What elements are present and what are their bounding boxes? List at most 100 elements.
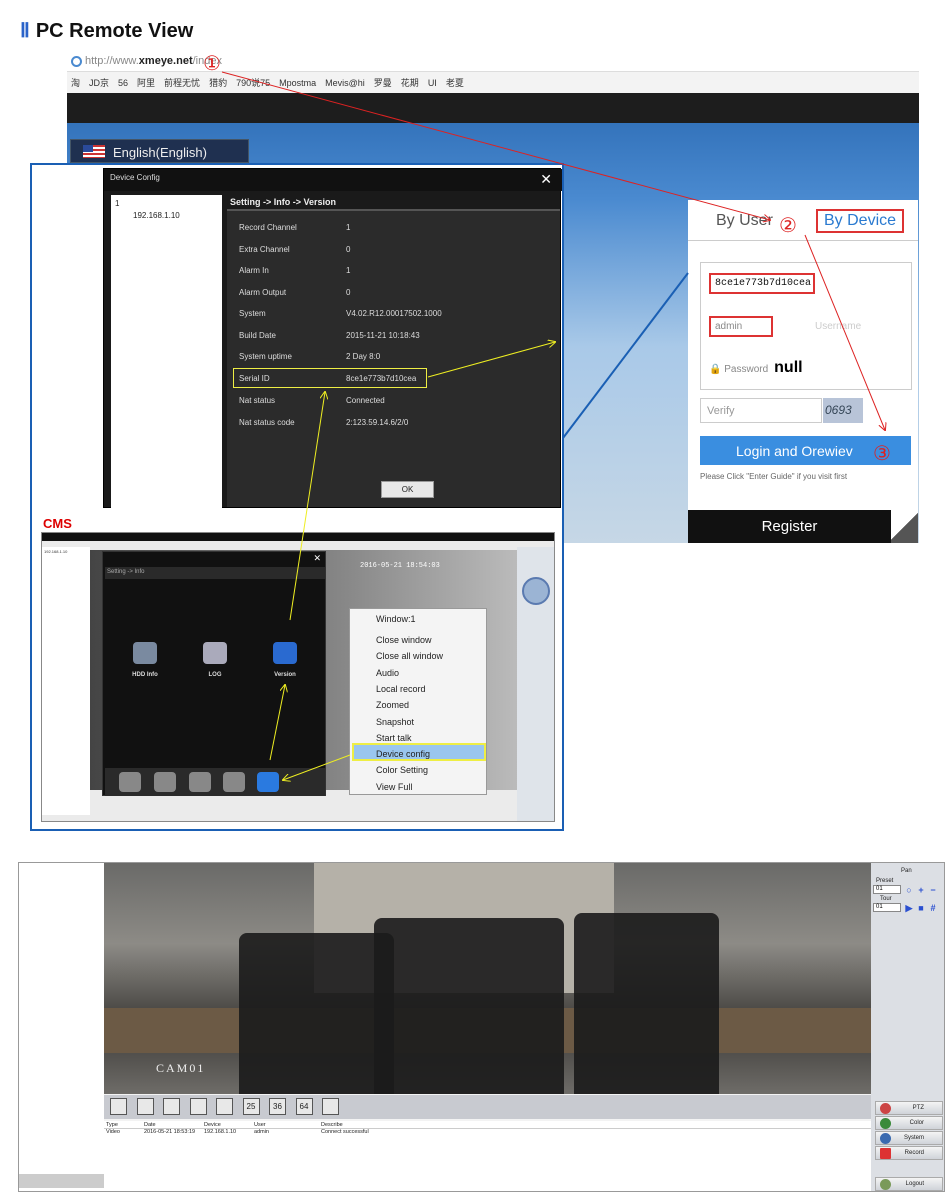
stop-icon[interactable]: ■ [916, 903, 926, 913]
layout-button[interactable]: 64 [295, 1098, 313, 1115]
info-label: Alarm In [239, 266, 269, 275]
bookmark[interactable]: Mevis@hi [325, 78, 365, 88]
menu-item[interactable]: Color Setting [376, 765, 484, 775]
bookmark[interactable]: 56 [118, 78, 128, 88]
record-button[interactable]: Record [875, 1146, 943, 1160]
menu-item[interactable]: Snapshot [376, 717, 484, 727]
qr-code-icon[interactable] [891, 510, 918, 543]
alarm-icon[interactable] [154, 772, 176, 792]
info-row: Alarm Output 0 [239, 288, 549, 297]
tour-select[interactable]: 01 [873, 903, 901, 912]
info-label: System [239, 309, 266, 318]
device-list-panel [19, 863, 104, 1191]
layout-button[interactable] [163, 1098, 180, 1115]
chair [374, 918, 564, 1094]
ok-button[interactable]: OK [381, 481, 434, 498]
tree-device[interactable]: 192.168.1.10 [133, 211, 218, 220]
bookmark[interactable]: JD京 [89, 78, 109, 88]
minus-icon[interactable]: − [928, 885, 938, 895]
search-bar[interactable] [19, 1174, 104, 1188]
register-button[interactable]: Register [688, 510, 891, 543]
column-header[interactable]: Describe [321, 1122, 343, 1128]
preset-select[interactable]: 01 [873, 885, 901, 894]
info-row: Nat status code 2:123.59.14.6/2/0 [239, 418, 549, 427]
camera-view[interactable]: CAM01 [104, 863, 871, 1094]
column-header[interactable]: Date [144, 1122, 156, 1128]
table-row[interactable]: Video 2016-05-21 18:53:19 192.168.1.10 admi… [104, 1129, 871, 1137]
info-label: Alarm Output [239, 288, 287, 297]
close-icon[interactable]: ✕ [313, 553, 321, 564]
column-header[interactable]: User [254, 1122, 266, 1128]
cms-label: CMS [43, 516, 72, 531]
play-icon[interactable]: ▶ [904, 903, 914, 913]
layout-button[interactable]: 25 [242, 1098, 260, 1115]
menu-item[interactable]: Close window [376, 635, 484, 645]
log-button[interactable]: LOG [185, 642, 245, 678]
info-icon[interactable] [257, 772, 279, 792]
lock-icon: 🔒 [709, 364, 725, 375]
us-flag-icon [83, 145, 105, 158]
layout-button[interactable] [189, 1098, 207, 1115]
verify-input[interactable]: Verify [700, 398, 822, 423]
gear-icon[interactable] [189, 772, 211, 792]
column-header[interactable]: Type [106, 1122, 118, 1128]
grid-icon[interactable]: # [928, 903, 938, 913]
version-info-panel: Setting -> Info -> Version Record Channe… [227, 193, 560, 507]
logout-icon [880, 1179, 891, 1190]
plus-icon[interactable]: + [916, 885, 926, 895]
layout-button[interactable] [322, 1098, 339, 1115]
right-control-panel: Pan Preset 01 ○ + − Tour 01 ▶ ■ # PTZ Co… [871, 863, 944, 1191]
bookmark[interactable]: 猎豹 [209, 78, 227, 88]
info-label: System uptime [239, 352, 292, 361]
refresh-icon[interactable]: ○ [904, 885, 914, 895]
logout-button[interactable]: Logout [875, 1177, 943, 1191]
color-button[interactable]: Color [875, 1116, 943, 1130]
ptz-dpad[interactable] [522, 577, 550, 605]
camera-label: CAM01 [156, 1061, 206, 1075]
username-input[interactable]: admin [709, 316, 773, 337]
menu-item[interactable]: Zoomed [376, 700, 484, 710]
menu-item[interactable]: Device config [376, 749, 484, 759]
layout-button[interactable] [136, 1098, 154, 1115]
table-cell: admin [254, 1129, 269, 1135]
bookmark[interactable]: 老夏 [446, 78, 464, 88]
bookmark[interactable]: 罗曼 [374, 78, 392, 88]
info-row: Record Channel 1 [239, 223, 549, 232]
layout-button[interactable] [110, 1098, 127, 1115]
close-icon[interactable]: ✕ [540, 171, 552, 188]
serial-number-input[interactable]: 8ce1e773b7d10cea [709, 273, 815, 294]
tree-root[interactable]: 1 [115, 199, 218, 208]
ptz-icon [880, 1103, 891, 1114]
bookmark[interactable]: 淘 [71, 78, 80, 88]
address-bar[interactable]: http://www.xmeye.net/index [67, 52, 919, 72]
bookmark[interactable]: 花期 [401, 78, 419, 88]
hdd-info-button[interactable]: HDD Info [115, 642, 175, 678]
tools-icon[interactable] [223, 772, 245, 792]
captcha-image[interactable]: 0693 [823, 398, 863, 423]
menu-item[interactable]: Start talk [376, 733, 484, 743]
language-selector[interactable]: English(English) [70, 139, 249, 163]
site-header [67, 93, 919, 123]
tab-by-device[interactable]: By Device [816, 209, 905, 233]
column-header[interactable]: Device [204, 1122, 221, 1128]
bookmark[interactable]: Mpostma [279, 78, 316, 88]
menu-item[interactable]: Audio [376, 668, 484, 678]
system-button[interactable]: System [875, 1131, 943, 1145]
page-title: Ⅱ PC Remote View [20, 20, 194, 42]
bookmark[interactable]: 790说75 [236, 78, 270, 88]
menu-item[interactable]: Close all window [376, 651, 484, 661]
menu-item[interactable]: Local record [376, 684, 484, 694]
password-input[interactable]: 🔒 Password null [709, 359, 803, 377]
layout-button[interactable] [216, 1098, 233, 1115]
ptz-button[interactable]: PTZ [875, 1101, 943, 1115]
log-table: Type Date Device User Describe Video 2016-05-… [104, 1121, 871, 1191]
login-button[interactable]: Login and Orewiev [700, 436, 911, 465]
menu-item[interactable]: View Full [376, 782, 484, 792]
record-settings-icon[interactable] [119, 772, 141, 792]
version-button[interactable]: Version [255, 642, 315, 678]
bookmark[interactable]: UI [428, 78, 437, 88]
bookmark[interactable]: 前程无忧 [164, 78, 200, 88]
tab-by-user[interactable]: By User [716, 212, 773, 230]
bookmark[interactable]: 阿里 [137, 78, 155, 88]
layout-button[interactable]: 36 [269, 1098, 286, 1115]
